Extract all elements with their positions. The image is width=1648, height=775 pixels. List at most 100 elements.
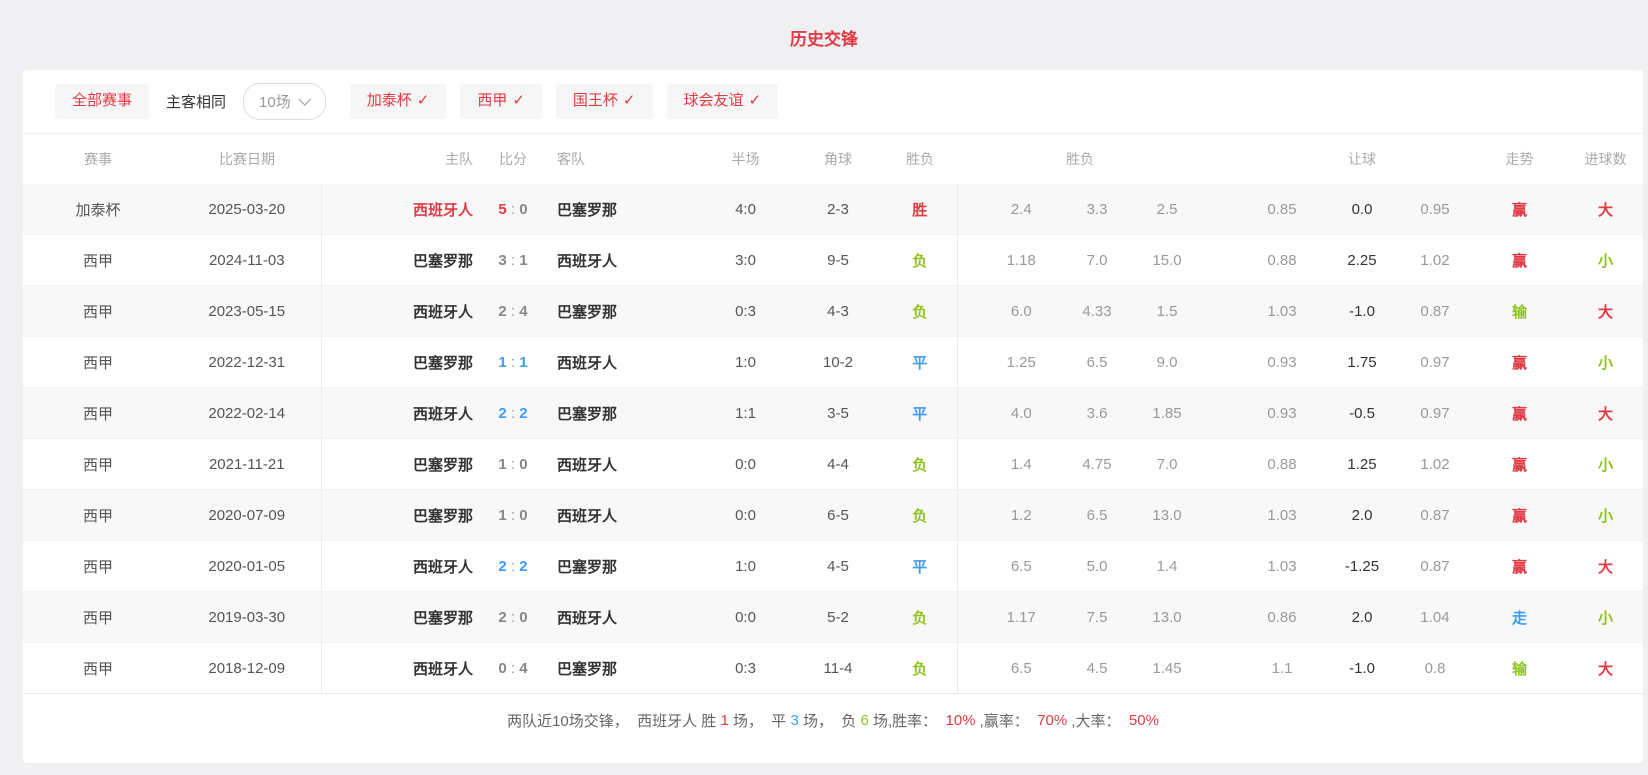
cell-handicap-line: -1.25 — [1325, 541, 1399, 592]
cell-home-team: 西班牙人 — [321, 541, 483, 592]
cell-handicap-lose: 1.04 — [1399, 592, 1471, 643]
cell-handicap-win: 0.93 — [1203, 388, 1325, 439]
score-separator: : — [507, 609, 520, 626]
home-away-same-filter[interactable]: 主客相同 — [163, 91, 229, 112]
cell-home-team: 西班牙人 — [321, 286, 483, 337]
score-separator: : — [507, 507, 520, 524]
summary-segment: 场， 负 — [799, 710, 861, 731]
cell-odds-draw: 3.6 — [1063, 388, 1131, 439]
cell-home-team: 巴塞罗那 — [321, 235, 483, 286]
score-separator: : — [507, 456, 520, 473]
summary-segment: 70% — [1037, 712, 1067, 729]
check-icon: ✓ — [749, 92, 762, 109]
cell-corners: 4-3 — [793, 286, 883, 337]
cell-score: 1 : 0 — [483, 439, 543, 490]
cell-league: 西甲 — [23, 235, 173, 286]
league-chips: 加泰杯✓ 西甲✓ 国王杯✓ 球会友谊✓ — [350, 84, 778, 119]
home-score: 2 — [498, 303, 506, 320]
away-score: 0 — [519, 507, 527, 524]
cell-goals: 小 — [1568, 592, 1643, 643]
cell-league: 西甲 — [23, 337, 173, 388]
col-header-away: 客队 — [543, 134, 698, 184]
cell-half-score: 0:3 — [698, 643, 793, 694]
summary-segment: ,大率： — [1067, 710, 1129, 731]
cell-trend: 赢 — [1471, 184, 1568, 235]
summary-segment: 1 — [720, 712, 728, 729]
cell-league: 西甲 — [23, 592, 173, 643]
home-score: 0 — [498, 660, 506, 677]
cell-odds-lose: 1.4 — [1131, 541, 1203, 592]
cell-goals: 大 — [1568, 184, 1643, 235]
cell-date: 2019-03-30 — [173, 592, 321, 643]
score-separator: : — [507, 252, 520, 269]
cell-score: 2 : 4 — [483, 286, 543, 337]
match-row: 西甲2020-07-09巴塞罗那1 : 0西班牙人0:06-5负1.26.513… — [23, 490, 1643, 541]
cell-away-team: 巴塞罗那 — [543, 541, 698, 592]
cell-league: 西甲 — [23, 286, 173, 337]
match-count-dropdown[interactable]: 10场 — [243, 83, 326, 120]
cell-handicap-win: 0.88 — [1203, 439, 1325, 490]
home-score: 2 — [498, 609, 506, 626]
summary-segment: 场,胜率： — [869, 710, 946, 731]
col-header-event: 赛事 — [23, 134, 173, 184]
col-header-odds: 胜负 — [957, 134, 1203, 184]
cell-goals: 小 — [1568, 235, 1643, 286]
cell-handicap-win: 0.86 — [1203, 592, 1325, 643]
match-count-value: 10场 — [259, 91, 291, 112]
all-events-button[interactable]: 全部赛事 — [55, 84, 149, 119]
league-filter-button[interactable]: 加泰杯✓ — [350, 84, 447, 119]
cell-trend: 赢 — [1471, 337, 1568, 388]
cell-score: 2 : 2 — [483, 541, 543, 592]
table-body: 加泰杯2025-03-20西班牙人5 : 0巴塞罗那4:02-3胜2.43.32… — [23, 184, 1643, 693]
cell-score: 3 : 1 — [483, 235, 543, 286]
cell-handicap-lose: 1.02 — [1399, 439, 1471, 490]
home-score: 2 — [498, 558, 506, 575]
cell-odds-lose: 9.0 — [1131, 337, 1203, 388]
cell-league: 西甲 — [23, 643, 173, 694]
summary-segment: 3 — [790, 712, 798, 729]
cell-corners: 10-2 — [793, 337, 883, 388]
cell-date: 2025-03-20 — [173, 184, 321, 235]
cell-odds-draw: 5.0 — [1063, 541, 1131, 592]
cell-handicap-line: 2.25 — [1325, 235, 1399, 286]
cell-half-score: 0:0 — [698, 592, 793, 643]
league-filter-button[interactable]: 国王杯✓ — [556, 84, 653, 119]
cell-odds-draw: 4.5 — [1063, 643, 1131, 694]
league-filter-button[interactable]: 球会友谊✓ — [667, 84, 779, 119]
cell-odds-draw: 7.5 — [1063, 592, 1131, 643]
summary-segment: 场， 平 — [729, 710, 791, 731]
match-row: 西甲2018-12-09西班牙人0 : 4巴塞罗那0:311-4负6.54.51… — [23, 643, 1643, 694]
cell-trend: 赢 — [1471, 490, 1568, 541]
league-filter-button[interactable]: 西甲✓ — [460, 84, 542, 119]
score-separator: : — [507, 354, 520, 371]
cell-handicap-line: 1.25 — [1325, 439, 1399, 490]
cell-league: 西甲 — [23, 439, 173, 490]
cell-date: 2022-02-14 — [173, 388, 321, 439]
home-score: 2 — [498, 405, 506, 422]
cell-handicap-line: -1.0 — [1325, 643, 1399, 694]
cell-half-score: 0:3 — [698, 286, 793, 337]
cell-away-team: 巴塞罗那 — [543, 388, 698, 439]
home-score: 1 — [498, 354, 506, 371]
cell-odds-lose: 15.0 — [1131, 235, 1203, 286]
cell-league: 西甲 — [23, 541, 173, 592]
cell-away-team: 巴塞罗那 — [543, 184, 698, 235]
cell-handicap-lose: 0.87 — [1399, 541, 1471, 592]
cell-goals: 大 — [1568, 388, 1643, 439]
cell-trend: 走 — [1471, 592, 1568, 643]
filter-bar: 全部赛事 主客相同 10场 加泰杯✓ 西甲✓ 国王杯✓ 球会友谊✓ — [23, 70, 1643, 134]
cell-away-team: 西班牙人 — [543, 592, 698, 643]
cell-score: 5 : 0 — [483, 184, 543, 235]
summary-segment: 西班牙人 胜 — [637, 710, 720, 731]
match-row: 西甲2019-03-30巴塞罗那2 : 0西班牙人0:05-2负1.177.51… — [23, 592, 1643, 643]
home-score: 1 — [498, 456, 506, 473]
score-separator: : — [507, 303, 520, 320]
cell-date: 2020-01-05 — [173, 541, 321, 592]
cell-trend: 输 — [1471, 286, 1568, 337]
cell-trend: 赢 — [1471, 235, 1568, 286]
cell-odds-lose: 1.45 — [1131, 643, 1203, 694]
check-icon: ✓ — [417, 92, 430, 109]
cell-home-team: 巴塞罗那 — [321, 592, 483, 643]
cell-odds-draw: 7.0 — [1063, 235, 1131, 286]
cell-odds-win: 1.18 — [957, 235, 1063, 286]
